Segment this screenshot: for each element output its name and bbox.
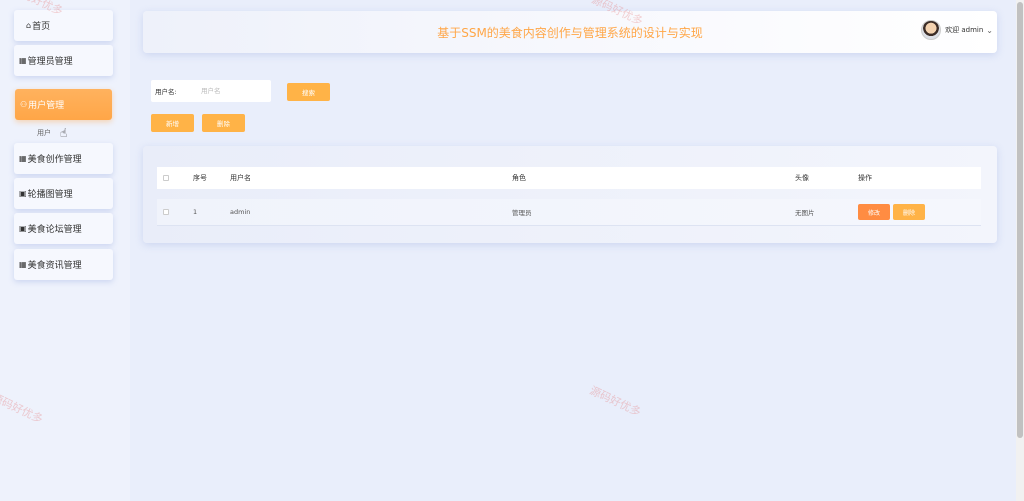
row-avatar: 无图片: [795, 209, 815, 217]
row-role: 管理员: [512, 209, 532, 217]
edit-button[interactable]: 修改: [858, 204, 890, 220]
sidebar-item-carousel[interactable]: ▣ 轮播图管理: [14, 178, 113, 209]
submenu-item-user[interactable]: 用户: [37, 128, 51, 138]
column-header: 角色: [512, 174, 526, 182]
sidebar-item-food-creation[interactable]: ▦ 美食创作管理: [14, 143, 113, 174]
table-row: 1 admin 管理员 无图片 修改 删除: [157, 199, 981, 226]
table-header: 序号 用户名 角色 头像 操作: [157, 167, 981, 189]
home-icon: ⌂: [26, 21, 32, 30]
sidebar-item-home[interactable]: ⌂ 首页: [14, 10, 113, 41]
column-header: 头像: [795, 174, 809, 182]
sidebar-item-label: 用户管理: [28, 101, 65, 111]
sidebar-item-label: 管理员管理: [27, 57, 73, 67]
table-icon: ▦: [19, 56, 27, 65]
sidebar-item-news[interactable]: ▦ 美食资讯管理: [14, 249, 113, 280]
sidebar-item-forum[interactable]: ▣ 美食论坛管理: [14, 213, 113, 244]
add-button[interactable]: 新增: [151, 114, 194, 132]
delete-button[interactable]: 删除: [893, 204, 925, 220]
search-button[interactable]: 搜索: [287, 83, 330, 101]
sidebar-item-label: 美食资讯管理: [27, 261, 82, 271]
sidebar-item-label: 轮播图管理: [27, 190, 73, 200]
sidebar-item-label: 美食创作管理: [27, 155, 82, 165]
column-header: 序号: [193, 174, 207, 182]
table-panel: [143, 146, 997, 243]
grid-icon: ▦: [19, 154, 27, 163]
hand-cursor-icon: ☝: [60, 126, 68, 140]
column-header: 操作: [858, 174, 872, 182]
watermark: 源码好优多: [587, 383, 643, 419]
grid-icon: ▦: [19, 260, 27, 269]
select-all-checkbox[interactable]: [163, 167, 169, 189]
image-icon: ▣: [19, 189, 27, 198]
row-actions: 修改 删除: [858, 199, 928, 225]
sidebar-item-label: 美食论坛管理: [27, 225, 82, 235]
search-input[interactable]: [187, 87, 257, 95]
sidebar-item-users[interactable]: ⚇ 用户管理: [15, 89, 112, 120]
user-menu[interactable]: 欢迎 admin ⌄: [921, 20, 993, 40]
top-header: 基于SSM的美食内容创作与管理系统的设计与实现 欢迎 admin ⌄: [143, 11, 997, 53]
sidebar-item-admin[interactable]: ▦ 管理员管理: [14, 45, 113, 76]
column-header: 用户名: [230, 174, 251, 182]
scrollbar[interactable]: [1016, 0, 1024, 501]
search-label: 用户名:: [155, 88, 177, 96]
avatar: [921, 20, 942, 40]
batch-delete-button[interactable]: 删除: [202, 114, 245, 132]
sidebar: ⌂ 首页 ▦ 管理员管理 ⚇ 用户管理 用户 ☝ ▦ 美食创作管理 ▣ 轮播图管…: [0, 0, 130, 501]
sidebar-item-label: 首页: [32, 22, 51, 32]
row-username: admin: [230, 208, 251, 216]
user-label: 欢迎 admin: [945, 26, 984, 34]
row-checkbox[interactable]: [163, 199, 169, 225]
user-icon: ⚇: [20, 100, 28, 109]
search-field: 用户名:: [151, 80, 271, 102]
page-title: 基于SSM的美食内容创作与管理系统的设计与实现: [437, 26, 703, 40]
row-index: 1: [193, 208, 198, 216]
forum-icon: ▣: [19, 224, 27, 233]
chevron-down-icon: ⌄: [986, 25, 993, 35]
scroll-thumb[interactable]: [1017, 2, 1023, 438]
